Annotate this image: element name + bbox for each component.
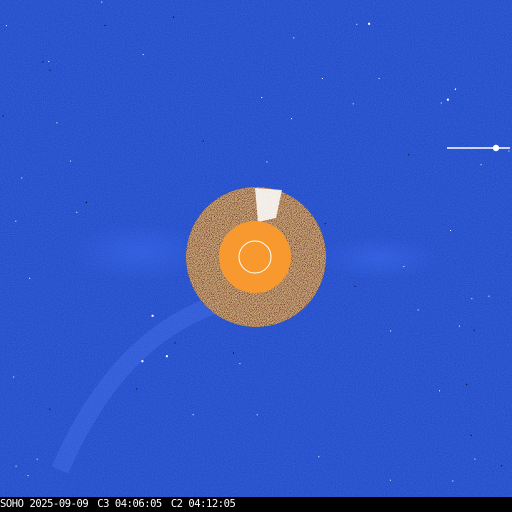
star bbox=[36, 458, 38, 460]
caption-bar: SOHO 2025-09-09 C3 04:06:05 C2 04:12:05 bbox=[0, 497, 512, 512]
star bbox=[165, 355, 168, 358]
star bbox=[452, 480, 454, 482]
star bbox=[408, 154, 410, 156]
star bbox=[76, 211, 78, 213]
star bbox=[202, 140, 204, 142]
star bbox=[2, 115, 4, 117]
star bbox=[101, 1, 103, 3]
streamer-right bbox=[320, 236, 440, 280]
star bbox=[239, 363, 241, 365]
bright-object bbox=[492, 144, 500, 152]
star bbox=[233, 352, 234, 354]
star bbox=[173, 16, 174, 18]
star bbox=[70, 160, 71, 162]
star bbox=[324, 223, 326, 225]
star bbox=[85, 201, 87, 203]
star bbox=[151, 314, 154, 317]
star bbox=[458, 325, 460, 327]
star bbox=[5, 25, 7, 27]
star bbox=[13, 376, 15, 378]
star bbox=[440, 102, 442, 104]
star bbox=[356, 23, 358, 25]
star bbox=[49, 69, 51, 71]
star bbox=[488, 295, 490, 297]
star bbox=[21, 177, 23, 179]
star bbox=[261, 97, 263, 98]
star bbox=[390, 330, 392, 332]
star bbox=[389, 479, 391, 481]
coronagraph-image bbox=[0, 0, 512, 512]
star bbox=[318, 456, 320, 458]
star bbox=[455, 88, 457, 90]
c3-time-label: C3 04:06:05 bbox=[97, 498, 162, 510]
observatory-label: SOHO bbox=[0, 498, 24, 510]
star bbox=[29, 277, 31, 279]
star bbox=[174, 342, 176, 344]
star bbox=[352, 103, 354, 105]
star bbox=[192, 414, 194, 416]
star bbox=[136, 388, 138, 390]
star bbox=[500, 465, 502, 467]
occulting-disk bbox=[219, 221, 291, 293]
c2-time-label: C2 04:12:05 bbox=[170, 498, 236, 510]
star bbox=[27, 475, 29, 477]
star bbox=[15, 465, 17, 467]
date-label: 2025-09-09 bbox=[29, 498, 89, 510]
star bbox=[141, 360, 144, 363]
star bbox=[256, 414, 258, 416]
star bbox=[368, 22, 371, 25]
star bbox=[471, 298, 473, 300]
star bbox=[104, 24, 106, 26]
star bbox=[42, 61, 44, 63]
star bbox=[474, 458, 476, 460]
star bbox=[439, 390, 440, 392]
star bbox=[266, 161, 268, 163]
star bbox=[48, 61, 50, 62]
star bbox=[321, 78, 323, 79]
star bbox=[291, 118, 292, 120]
star bbox=[508, 150, 510, 152]
star bbox=[473, 329, 475, 331]
star bbox=[293, 37, 295, 39]
star bbox=[417, 309, 419, 311]
star bbox=[470, 434, 472, 436]
star bbox=[480, 164, 482, 166]
star bbox=[378, 78, 380, 79]
star bbox=[466, 384, 468, 386]
star bbox=[450, 230, 452, 231]
star bbox=[142, 54, 144, 56]
star bbox=[446, 98, 449, 101]
star bbox=[403, 266, 405, 268]
star bbox=[15, 220, 17, 222]
star bbox=[354, 285, 356, 287]
star bbox=[56, 122, 58, 124]
star bbox=[49, 408, 51, 410]
